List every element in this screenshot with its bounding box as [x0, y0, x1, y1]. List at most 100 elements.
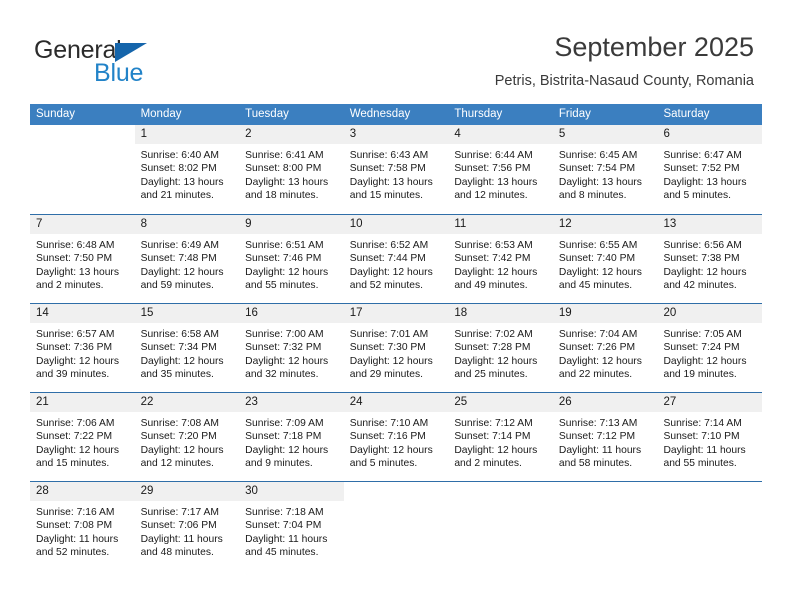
calendar-day-cell[interactable]: 26 Sunrise: 7:13 AM Sunset: 7:12 PM Dayligh… [552, 393, 658, 481]
calendar-day-cell[interactable]: 5 Sunrise: 6:45 AM Sunset: 7:54 PM Daylight… [552, 125, 658, 214]
day-detail-line: Sunset: 7:16 PM [349, 431, 426, 443]
day-details: Sunrise: 6:49 AM Sunset: 7:48 PM Daylight:… [135, 234, 240, 293]
calendar-day-cell[interactable]: 12 Sunrise: 6:55 AM Sunset: 7:40 PM Dayligh… [552, 215, 658, 303]
day-number: 7 [30, 215, 135, 234]
day-detail-line: Sunset: 7:04 PM [245, 520, 322, 532]
calendar-day-cell[interactable]: 22 Sunrise: 7:08 AM Sunset: 7:20 PM Dayligh… [134, 393, 240, 481]
calendar-day-cell[interactable]: 2 Sunrise: 6:41 AM Sunset: 8:00 PM Daylight… [239, 125, 344, 214]
day-number: 11 [448, 215, 553, 234]
day-number: 2 [239, 125, 344, 144]
day-number: 8 [134, 215, 240, 234]
day-detail-line: Daylight: 12 hours [349, 355, 433, 367]
day-number: 20 [657, 304, 763, 323]
day-details: Sunrise: 7:02 AM Sunset: 7:28 PM Daylight:… [448, 323, 553, 382]
day-details: Sunrise: 6:44 AM Sunset: 7:56 PM Daylight:… [448, 144, 553, 203]
day-detail-line: Daylight: 13 hours [36, 266, 119, 278]
day-detail-line: and 39 minutes. [36, 369, 110, 381]
day-detail-line: Daylight: 13 hours [245, 176, 329, 188]
day-detail-line: Sunset: 7:30 PM [349, 342, 426, 354]
weekday-header-tuesday: Tuesday [245, 108, 289, 120]
calendar-day-cell[interactable]: 24 Sunrise: 7:10 AM Sunset: 7:16 PM Dayligh… [343, 393, 449, 481]
day-details: Sunrise: 6:40 AM Sunset: 8:02 PM Daylight:… [135, 144, 240, 203]
day-detail-line: Sunset: 7:52 PM [663, 163, 740, 175]
day-detail-line: Sunrise: 6:55 AM [558, 240, 638, 251]
weekday-header-sunday: Sunday [36, 108, 76, 120]
brand-logo[interactable]: General Blue [34, 36, 214, 88]
calendar-day-cell[interactable]: 8 Sunrise: 6:49 AM Sunset: 7:48 PM Daylight… [134, 215, 240, 303]
day-details: Sunrise: 6:43 AM Sunset: 7:58 PM Daylight:… [344, 144, 449, 203]
calendar-day-cell[interactable]: 18 Sunrise: 7:02 AM Sunset: 7:28 PM Dayligh… [448, 304, 553, 392]
calendar-day-cell[interactable]: 20 Sunrise: 7:05 AM Sunset: 7:24 PM Dayligh… [657, 304, 763, 392]
day-detail-line: Daylight: 12 hours [558, 266, 642, 278]
calendar-day-cell[interactable]: 28 Sunrise: 7:16 AM Sunset: 7:08 PM Dayligh… [30, 482, 135, 570]
calendar-day-cell[interactable]: 23 Sunrise: 7:09 AM Sunset: 7:18 PM Dayligh… [239, 393, 344, 481]
calendar-day-cell[interactable]: 11 Sunrise: 6:53 AM Sunset: 7:42 PM Dayligh… [448, 215, 553, 303]
calendar-day-cell[interactable]: 13 Sunrise: 6:56 AM Sunset: 7:38 PM Dayligh… [657, 215, 763, 303]
calendar-day-cell[interactable]: 7 Sunrise: 6:48 AM Sunset: 7:50 PM Daylight… [30, 215, 135, 303]
day-detail-line: Daylight: 13 hours [454, 176, 538, 188]
day-detail-line: and 15 minutes. [349, 190, 424, 202]
day-detail-line: and 12 minutes. [454, 190, 528, 202]
day-number: 12 [552, 215, 658, 234]
calendar-day-cell[interactable]: 29 Sunrise: 7:17 AM Sunset: 7:06 PM Dayligh… [134, 482, 240, 570]
calendar-day-cell[interactable]: 4 Sunrise: 6:44 AM Sunset: 7:56 PM Daylight… [448, 125, 553, 214]
day-details [448, 501, 553, 506]
calendar-day-cell[interactable]: 19 Sunrise: 7:04 AM Sunset: 7:26 PM Dayligh… [552, 304, 658, 392]
day-detail-line: Sunrise: 6:53 AM [454, 240, 533, 251]
day-detail-line: and 22 minutes. [558, 369, 633, 381]
day-detail-line: Daylight: 12 hours [245, 266, 329, 278]
day-detail-line: Sunrise: 7:00 AM [245, 329, 324, 340]
day-detail-line: and 52 minutes. [349, 280, 424, 292]
day-detail-line: and 42 minutes. [663, 280, 737, 292]
weekday-header-friday: Friday [558, 108, 591, 120]
day-detail-line: and 8 minutes. [558, 190, 627, 202]
weekday-header-thursday: Thursday [454, 108, 503, 120]
day-detail-line: and 2 minutes. [36, 280, 104, 292]
calendar-day-cell[interactable]: 14 Sunrise: 6:57 AM Sunset: 7:36 PM Dayligh… [30, 304, 135, 392]
day-detail-line: Sunrise: 6:47 AM [663, 150, 742, 161]
day-detail-line: Daylight: 11 hours [245, 533, 328, 545]
calendar-day-cell-empty [657, 482, 763, 570]
day-detail-line: Sunrise: 6:58 AM [140, 329, 219, 340]
weekday-header-wednesday: Wednesday [349, 108, 411, 120]
page-title: September 2025 [554, 32, 754, 62]
day-detail-line: Sunrise: 7:02 AM [454, 329, 533, 340]
day-number: 5 [552, 125, 658, 144]
calendar-day-cell[interactable]: 3 Sunrise: 6:43 AM Sunset: 7:58 PM Daylight… [343, 125, 449, 214]
day-details [344, 501, 449, 506]
day-number [552, 482, 658, 501]
day-detail-line: Sunrise: 7:04 AM [558, 329, 638, 340]
day-detail-line: Daylight: 13 hours [140, 176, 224, 188]
day-number: 27 [657, 393, 763, 412]
day-detail-line: Sunset: 7:14 PM [454, 431, 531, 443]
day-details [553, 501, 658, 506]
calendar-day-cell[interactable]: 10 Sunrise: 6:52 AM Sunset: 7:44 PM Dayligh… [343, 215, 449, 303]
day-detail-line: Daylight: 12 hours [140, 266, 224, 278]
calendar-day-cell[interactable]: 21 Sunrise: 7:06 AM Sunset: 7:22 PM Dayligh… [30, 393, 135, 481]
page-header: General Blue September 2025 Petris, Bist… [0, 0, 792, 100]
day-number [657, 482, 763, 501]
day-detail-line: Sunrise: 6:48 AM [36, 240, 115, 251]
calendar-day-cell[interactable]: 27 Sunrise: 7:14 AM Sunset: 7:10 PM Dayligh… [657, 393, 763, 481]
calendar-day-cell[interactable]: 30 Sunrise: 7:18 AM Sunset: 7:04 PM Dayligh… [239, 482, 344, 570]
calendar-day-cell[interactable]: 25 Sunrise: 7:12 AM Sunset: 7:14 PM Dayligh… [448, 393, 553, 481]
day-detail-line: Daylight: 12 hours [663, 266, 747, 278]
day-detail-line: and 49 minutes. [454, 280, 528, 292]
day-detail-line: and 48 minutes. [140, 547, 214, 559]
calendar-day-cell[interactable]: 6 Sunrise: 6:47 AM Sunset: 7:52 PM Daylight… [657, 125, 763, 214]
day-detail-line: Sunset: 7:06 PM [140, 520, 217, 532]
day-detail-line: Sunrise: 7:06 AM [36, 418, 115, 429]
calendar-day-cell[interactable]: 1 Sunrise: 6:40 AM Sunset: 8:02 PM Daylight… [134, 125, 240, 214]
calendar-day-cell[interactable]: 15 Sunrise: 6:58 AM Sunset: 7:34 PM Dayligh… [134, 304, 240, 392]
day-details: Sunrise: 6:48 AM Sunset: 7:50 PM Daylight:… [30, 234, 135, 293]
weekday-header-saturday: Saturday [663, 108, 710, 120]
calendar-day-cell[interactable]: 17 Sunrise: 7:01 AM Sunset: 7:30 PM Dayligh… [343, 304, 449, 392]
day-details: Sunrise: 7:14 AM Sunset: 7:10 PM Daylight:… [657, 412, 762, 471]
day-detail-line: Sunrise: 6:41 AM [245, 150, 324, 161]
calendar-day-cell[interactable]: 9 Sunrise: 6:51 AM Sunset: 7:46 PM Daylight… [239, 215, 344, 303]
day-detail-line: Sunset: 7:12 PM [558, 431, 636, 443]
calendar-week-row: 14 Sunrise: 6:57 AM Sunset: 7:36 PM Dayligh… [30, 303, 763, 392]
day-details: Sunrise: 7:08 AM Sunset: 7:20 PM Daylight:… [135, 412, 240, 471]
day-detail-line: Daylight: 13 hours [558, 176, 642, 188]
calendar-day-cell[interactable]: 16 Sunrise: 7:00 AM Sunset: 7:32 PM Dayligh… [239, 304, 344, 392]
